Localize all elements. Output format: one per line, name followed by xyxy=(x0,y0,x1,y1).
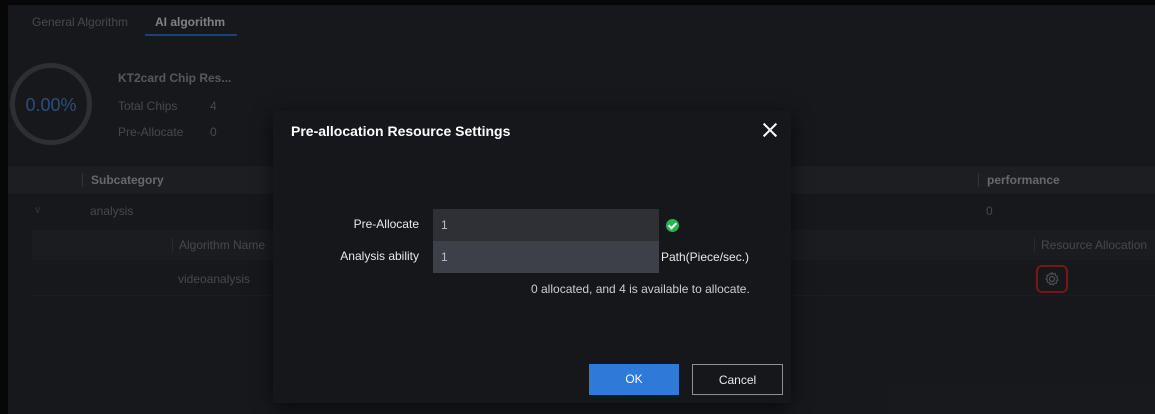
close-icon[interactable] xyxy=(761,121,779,139)
check-icon xyxy=(666,219,679,232)
allocation-status: 0 allocated, and 4 is available to alloc… xyxy=(531,282,750,296)
analysis-ability-input[interactable] xyxy=(433,241,659,273)
ok-button[interactable]: OK xyxy=(589,364,679,395)
pre-allocation-dialog: Pre-allocation Resource Settings Pre-All… xyxy=(273,111,791,403)
analysis-unit: Path(Piece/sec.) xyxy=(661,250,750,264)
pre-allocate-label: Pre-Allocate xyxy=(353,217,419,231)
dialog-title: Pre-allocation Resource Settings xyxy=(291,123,511,139)
pre-allocate-input[interactable] xyxy=(433,209,659,241)
analysis-ability-label: Analysis ability xyxy=(340,249,419,263)
cancel-button[interactable]: Cancel xyxy=(692,364,783,395)
